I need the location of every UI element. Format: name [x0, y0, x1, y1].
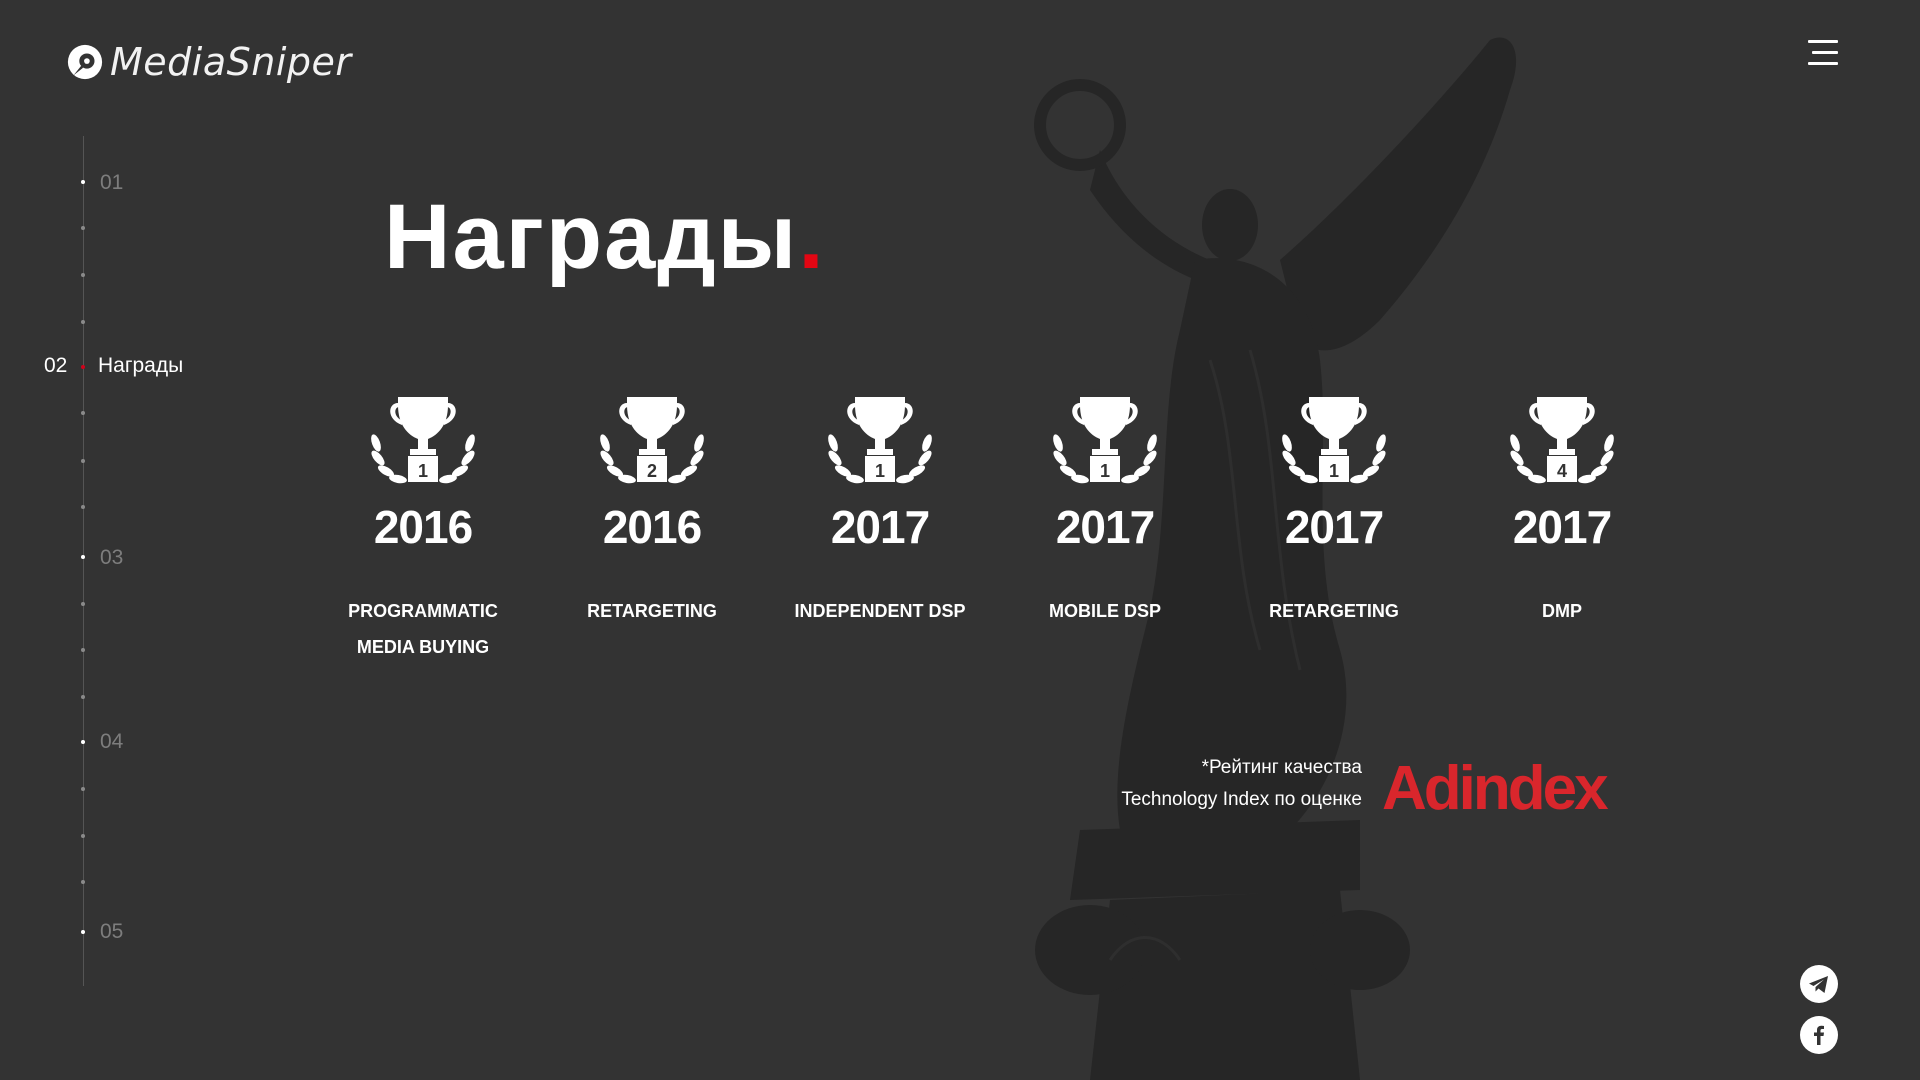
timeline-dot [81, 787, 85, 791]
award-year: 2016 [602, 501, 702, 553]
nav-active-number: 02 [44, 354, 68, 377]
timeline-dot [81, 930, 85, 934]
award-year: 2017 [1284, 501, 1384, 553]
page-title: Награды. [384, 182, 826, 292]
brand-name: MediaSniper [110, 40, 352, 84]
nav-item-01[interactable]: 01 [100, 171, 123, 195]
timeline-dot-active [81, 365, 85, 369]
award-category: RETARGETING [1214, 593, 1454, 629]
award-item: 1 2017 RETARGETING [1214, 395, 1454, 629]
award-category-line-1: PROGRAMMATIC [348, 601, 498, 621]
page-title-text: Награды [384, 186, 799, 288]
award-category-line-1: RETARGETING [1269, 601, 1399, 621]
trophy-laurel-icon: 1 [828, 397, 932, 484]
award-year: 2017 [830, 501, 930, 553]
award-category: INDEPENDENT DSP [760, 593, 1000, 629]
menu-line [1808, 62, 1838, 65]
award-item: 1 2016 PROGRAMMATIC MEDIA BUYING [303, 395, 543, 665]
rating-line-1: *Рейтинг качества [1201, 757, 1362, 778]
timeline-dot [81, 273, 85, 277]
timeline-dot [81, 740, 85, 744]
timeline-line [83, 136, 84, 986]
award-category-line-1: DMP [1542, 601, 1582, 621]
award-category: PROGRAMMATIC MEDIA BUYING [303, 593, 543, 665]
award-place: 1 [1329, 461, 1339, 481]
timeline-dot [81, 459, 85, 463]
nav-item-03[interactable]: 03 [100, 546, 123, 570]
award-place: 1 [418, 461, 428, 481]
hamburger-menu-icon[interactable] [1808, 40, 1840, 66]
timeline-dot [81, 320, 85, 324]
sniper-scope-icon [67, 44, 103, 80]
rating-note: *Рейтинг качества Technology Index по оц… [1060, 752, 1362, 816]
nav-item-05[interactable]: 05 [100, 920, 123, 944]
award-place: 1 [875, 461, 885, 481]
award-category: RETARGETING [532, 593, 772, 629]
trophy-laurel-icon: 2 [600, 397, 704, 484]
brand-logo[interactable]: MediaSniper [66, 40, 352, 84]
rating-line-2: Technology Index по оценке [1121, 789, 1362, 810]
trophy-laurel-icon: 1 [1282, 397, 1386, 484]
award-category-line-1: INDEPENDENT DSP [794, 601, 966, 621]
timeline-dot [81, 505, 85, 509]
award-category-line-1: RETARGETING [587, 601, 717, 621]
timeline-dot [81, 555, 85, 559]
award-place: 1 [1100, 461, 1110, 481]
award-place: 2 [647, 461, 657, 481]
facebook-glyph [1814, 1025, 1824, 1045]
award-item: 2 2016 RETARGETING [532, 395, 772, 629]
timeline-dot [81, 648, 85, 652]
telegram-icon[interactable] [1800, 965, 1838, 1003]
award-category: DMP [1442, 593, 1682, 629]
award-item: 1 2017 INDEPENDENT DSP [760, 395, 1000, 629]
timeline-dot [81, 226, 85, 230]
timeline-dot [81, 695, 85, 699]
award-item: 4 2017 DMP [1442, 395, 1682, 629]
nav-item-04[interactable]: 04 [100, 730, 123, 754]
menu-line [1808, 40, 1838, 43]
timeline-dot [81, 602, 85, 606]
timeline-dot [81, 880, 85, 884]
trophy-laurel-icon: 1 [1053, 397, 1157, 484]
timeline-dot [81, 834, 85, 838]
award-item: 1 2017 MOBILE DSP [985, 395, 1225, 629]
award-year: 2017 [1055, 501, 1155, 553]
timeline-dot [81, 180, 85, 184]
award-category-line-1: MOBILE DSP [1048, 601, 1161, 621]
menu-line [1812, 51, 1838, 54]
telegram-glyph [1809, 976, 1828, 993]
award-category: MOBILE DSP [985, 593, 1225, 629]
award-place: 4 [1557, 461, 1567, 481]
award-year: 2017 [1512, 501, 1612, 553]
award-year: 2016 [373, 501, 473, 553]
facebook-icon[interactable] [1800, 1016, 1838, 1054]
timeline-dot [81, 411, 85, 415]
adindex-logo: Adindex [1382, 754, 1609, 823]
trophy-laurel-icon: 4 [1510, 397, 1614, 484]
title-accent-dot: . [798, 186, 826, 288]
trophy-laurel-icon: 1 [371, 397, 475, 484]
nav-item-awards[interactable]: Награды [98, 354, 183, 378]
award-category-line-2: MEDIA BUYING [356, 637, 490, 657]
